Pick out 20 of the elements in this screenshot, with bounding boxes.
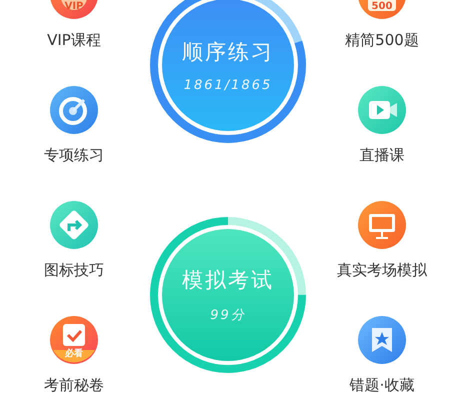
- icon-badge-text: VIP: [64, 1, 84, 13]
- clipboard-check-icon[interactable]: [50, 316, 98, 364]
- target-icon[interactable]: [50, 86, 98, 134]
- menu-label[interactable]: 专项练习: [44, 145, 104, 165]
- monitor-icon[interactable]: [358, 201, 406, 249]
- circle-reading: 1861/1865: [184, 78, 272, 92]
- menu-label[interactable]: 真实考场模拟: [337, 260, 427, 280]
- menu-label[interactable]: 精简500题: [345, 30, 419, 50]
- icon-badge-text: 必看: [65, 347, 83, 360]
- turn-sign-icon[interactable]: [50, 201, 98, 249]
- circle-title: 顺序练习: [182, 38, 274, 66]
- menu-label[interactable]: 直播课: [360, 145, 404, 165]
- menu-label[interactable]: 考前秘卷: [44, 375, 104, 395]
- icon-badge-text: 500: [372, 1, 392, 13]
- menu-label[interactable]: 图标技巧: [44, 260, 104, 280]
- circle-reading: 99分: [210, 307, 246, 324]
- menu-label[interactable]: VIP课程: [47, 30, 101, 50]
- circle-title: 模拟考试: [182, 267, 274, 294]
- video-camera-icon[interactable]: [358, 86, 406, 134]
- menu-label[interactable]: 错题·收藏: [350, 375, 414, 395]
